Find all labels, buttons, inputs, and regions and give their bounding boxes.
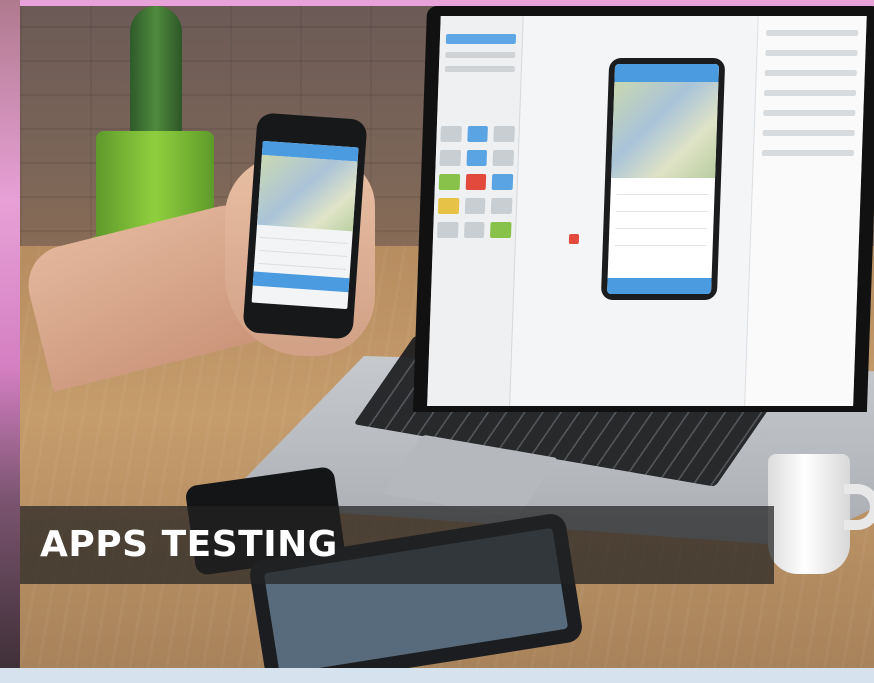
smartphone-icon xyxy=(242,112,368,340)
banner-image-container: APPS TESTING xyxy=(0,0,874,683)
component-tile xyxy=(464,198,486,214)
map-view xyxy=(256,154,358,232)
app-designer-screen xyxy=(427,16,867,406)
component-tile xyxy=(491,198,513,214)
cursor-marker xyxy=(568,234,580,244)
sidebar-selected-item xyxy=(445,34,517,44)
designer-component-sidebar xyxy=(427,16,524,406)
component-tile xyxy=(493,126,515,142)
designer-phone-preview xyxy=(600,58,726,300)
held-phone-screen xyxy=(251,140,359,310)
component-tile xyxy=(466,126,489,142)
caption-title: APPS TESTING xyxy=(40,524,338,565)
component-tile xyxy=(490,222,512,238)
component-tile xyxy=(438,174,460,190)
property-row xyxy=(761,150,855,156)
property-row xyxy=(766,30,859,36)
property-row xyxy=(763,110,856,116)
bottom-strip xyxy=(0,668,874,683)
app-header-bar xyxy=(614,64,720,82)
coffee-cup-icon xyxy=(768,454,850,574)
list-row xyxy=(615,195,709,212)
designer-properties-panel xyxy=(744,16,867,406)
app-tab-bar xyxy=(252,271,350,293)
component-tile xyxy=(466,150,488,166)
component-tile xyxy=(437,198,460,214)
list-row xyxy=(615,212,708,229)
sidebar-item xyxy=(444,66,515,72)
list-row xyxy=(614,229,708,246)
component-tile xyxy=(463,222,485,238)
component-tile xyxy=(492,150,515,166)
sidebar-item xyxy=(445,52,516,58)
component-tile xyxy=(491,174,514,190)
property-row xyxy=(764,70,857,76)
cactus-plant xyxy=(130,6,182,141)
pink-left-border xyxy=(0,0,20,668)
property-row xyxy=(763,90,857,96)
component-tile xyxy=(439,150,461,166)
caption-banner: APPS TESTING xyxy=(20,506,774,584)
cup-handle xyxy=(844,484,874,530)
designer-phone-screen xyxy=(607,64,720,294)
app-tab-bar xyxy=(607,278,712,294)
property-row xyxy=(765,50,858,56)
laptop-icon xyxy=(412,6,874,412)
component-tile xyxy=(440,126,462,142)
component-palette xyxy=(436,126,515,238)
component-tile xyxy=(465,174,487,190)
list-row xyxy=(616,178,710,195)
map-view xyxy=(611,82,719,178)
property-row xyxy=(762,130,855,136)
component-tile xyxy=(436,222,459,238)
